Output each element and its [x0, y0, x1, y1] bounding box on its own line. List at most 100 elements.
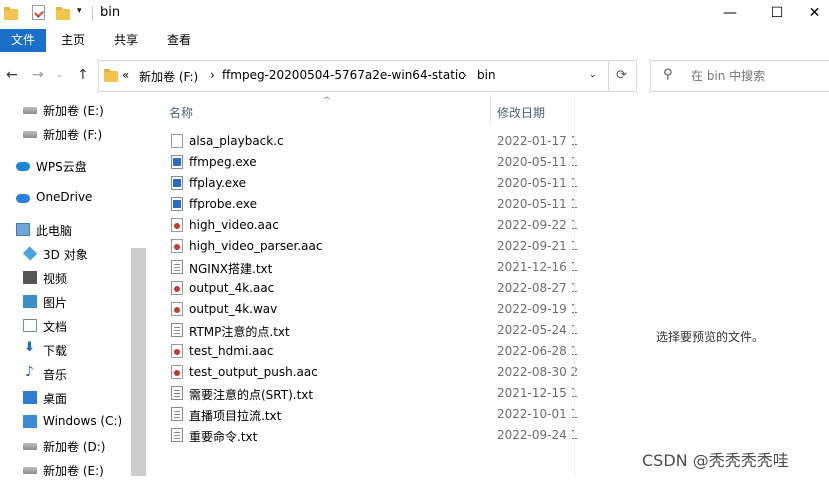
sort-ascending-icon: ^ [323, 96, 331, 106]
title-bar: ▾ bin — ☐ ✕ [0, 0, 829, 28]
file-name: output_4k.aac [189, 281, 275, 295]
file-row[interactable]: ffprobe.exe 2020-05-11 1 [164, 194, 578, 215]
file-row[interactable]: NGINX搭建.txt 2021-12-16 1 [164, 257, 578, 278]
nav-item-label: WPS云盘 [36, 160, 87, 174]
nav-item-label: Windows (C:) [43, 414, 123, 428]
column-separator[interactable] [490, 94, 491, 124]
nav-item-label: 桌面 [43, 392, 68, 406]
exe-file-icon [171, 197, 183, 211]
file-row[interactable]: ffmpeg.exe 2020-05-11 1 [164, 152, 578, 173]
file-modified-date: 2021-12-16 1 [497, 260, 579, 274]
address-bar[interactable]: « 新加卷 (F:) › ffmpeg-20200504-5767a2e-win… [98, 60, 609, 92]
navigation-pane: 新加卷 (E:) 新加卷 (F:) WPS云盘 OneDrive 此电脑 3D … [0, 94, 146, 478]
file-name: 需要注意的点(SRT).txt [189, 388, 314, 402]
watermark-text: CSDN @秃秃秃秃哇 [642, 451, 789, 470]
customize-toolbar-icon[interactable]: ▾ [77, 6, 82, 16]
exe-file-icon [171, 155, 183, 169]
file-modified-date: 2022-09-22 1 [497, 218, 579, 232]
music-icon: ♪ [25, 364, 34, 380]
new-folder-icon[interactable] [56, 7, 70, 20]
nav-item-music[interactable]: ♪ 音乐 [0, 363, 130, 385]
nav-item-drive-e-2[interactable]: 新加卷 (E:) [0, 459, 130, 481]
nav-item-desktop[interactable]: 桌面 [0, 387, 130, 409]
file-modified-date: 2022-05-24 1 [497, 323, 579, 337]
breadcrumb-current[interactable]: bin [477, 68, 496, 82]
file-modified-date: 2022-08-30 2 [497, 365, 579, 379]
nav-item-drive-f[interactable]: 新加卷 (F:) [0, 123, 130, 145]
file-name: high_video.aac [189, 218, 279, 232]
nav-item-this-pc[interactable]: 此电脑 [0, 219, 130, 241]
nav-item-wps-cloud[interactable]: WPS云盘 [0, 155, 130, 177]
nav-item-drive-d[interactable]: 新加卷 (D:) [0, 435, 130, 457]
nav-item-drive-e[interactable]: 新加卷 (E:) [0, 99, 130, 121]
nav-pane-scrollbar[interactable] [131, 248, 146, 476]
file-row[interactable]: test_hdmi.aac 2022-06-28 1 [164, 341, 578, 362]
window-title: bin [100, 5, 121, 20]
nav-item-label: 3D 对象 [43, 248, 88, 262]
download-icon: ⬇ [24, 340, 35, 355]
text-file-icon [171, 407, 183, 421]
file-row[interactable]: 需要注意的点(SRT).txt 2021-12-15 1 [164, 383, 578, 404]
file-name: 重要命令.txt [189, 430, 258, 444]
nav-item-label: 新加卷 (E:) [43, 464, 104, 478]
up-button[interactable]: ↑ [77, 67, 89, 83]
tab-file[interactable]: 文件 [0, 29, 46, 52]
nav-item-label: OneDrive [36, 190, 93, 204]
preview-divider[interactable] [574, 94, 575, 476]
file-name: alsa_playback.c [189, 134, 284, 148]
tab-share[interactable]: 共享 [114, 29, 138, 52]
file-row[interactable]: high_video.aac 2022-09-22 1 [164, 215, 578, 236]
search-icon: ⚲ [663, 67, 673, 82]
nav-item-onedrive[interactable]: OneDrive [0, 187, 130, 209]
breadcrumb-folder[interactable]: ffmpeg-20200504-5767a2e-win64-static [222, 68, 465, 82]
title-divider [92, 6, 93, 21]
file-name: NGINX搭建.txt [189, 262, 273, 276]
close-button[interactable]: ✕ [800, 0, 829, 28]
file-row[interactable]: RTMP注意的点.txt 2022-05-24 1 [164, 320, 578, 341]
file-modified-date: 2022-09-21 1 [497, 239, 579, 253]
minimize-button[interactable]: — [707, 0, 753, 28]
breadcrumb-separator[interactable]: › [210, 68, 215, 82]
media-file-icon [171, 344, 183, 358]
address-folder-icon [104, 69, 118, 82]
nav-item-downloads[interactable]: ⬇ 下载 [0, 339, 130, 361]
back-button[interactable]: ← [6, 67, 18, 83]
nav-item-label: 视频 [43, 272, 68, 286]
file-name: high_video_parser.aac [189, 239, 323, 253]
tab-home[interactable]: 主页 [61, 29, 85, 52]
refresh-button[interactable]: ⟳ [607, 60, 637, 92]
tab-view[interactable]: 查看 [167, 29, 191, 52]
file-row[interactable]: output_4k.aac 2022-08-27 1 [164, 278, 578, 299]
file-row[interactable]: test_output_push.aac 2022-08-30 2 [164, 362, 578, 383]
forward-button[interactable]: → [32, 67, 44, 83]
file-row[interactable]: high_video_parser.aac 2022-09-21 1 [164, 236, 578, 257]
breadcrumb-drive[interactable]: 新加卷 (F:) [139, 68, 198, 85]
drive-icon [23, 467, 37, 474]
nav-item-videos[interactable]: 视频 [0, 267, 130, 289]
recent-locations-icon[interactable]: ⌄ [56, 70, 64, 80]
onedrive-icon [16, 194, 30, 203]
file-row[interactable]: output_4k.wav 2022-09-19 1 [164, 299, 578, 320]
breadcrumb-separator[interactable]: › [462, 68, 467, 82]
search-input[interactable] [689, 68, 823, 84]
address-dropdown-icon[interactable]: ⌄ [589, 70, 597, 80]
file-row[interactable]: 直播项目拉流.txt 2022-10-01 1 [164, 404, 578, 425]
nav-item-label: 此电脑 [36, 224, 73, 238]
maximize-button[interactable]: ☐ [754, 0, 800, 28]
nav-item-pictures[interactable]: 图片 [0, 291, 130, 313]
file-row[interactable]: 重要命令.txt 2022-09-24 1 [164, 425, 578, 446]
nav-item-drive-c[interactable]: Windows (C:) [0, 411, 130, 433]
drive-icon [23, 131, 37, 138]
file-row[interactable]: ffplay.exe 2020-05-11 1 [164, 173, 578, 194]
file-modified-date: 2021-12-15 1 [497, 386, 579, 400]
exe-file-icon [171, 176, 183, 190]
file-modified-date: 2022-01-17 1 [497, 134, 579, 148]
search-box[interactable]: ⚲ [650, 60, 829, 92]
file-row[interactable]: alsa_playback.c 2022-01-17 1 [164, 131, 578, 152]
breadcrumb-overflow[interactable]: « [122, 68, 129, 82]
properties-icon[interactable] [32, 5, 45, 20]
nav-item-3d-objects[interactable]: 3D 对象 [0, 243, 130, 265]
c-file-icon [171, 134, 183, 148]
nav-item-label: 音乐 [43, 368, 68, 382]
nav-item-documents[interactable]: 文档 [0, 315, 130, 337]
